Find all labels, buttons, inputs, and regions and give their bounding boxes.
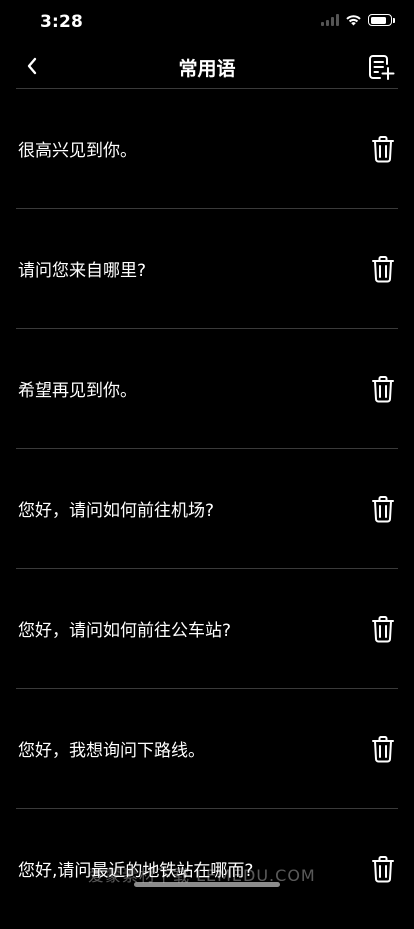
delete-button[interactable] [368,252,398,286]
cellular-signal-icon [321,14,339,26]
delete-button[interactable] [368,372,398,406]
phrase-list: 很高兴见到你。 请问您来自哪里? 希望再见到你。 您好，请问如何前往机场? 您好… [0,89,414,929]
delete-button[interactable] [368,732,398,766]
trash-icon [372,496,394,523]
home-indicator[interactable] [134,882,280,887]
trash-icon [372,616,394,643]
battery-level [370,16,386,24]
trash-icon [372,136,394,163]
phrase-text: 您好，请问如何前往机场? [18,501,215,521]
phrase-item[interactable]: 您好，请问如何前往公车站? [0,569,414,689]
phrase-item[interactable]: 您好，我想询问下路线。 [0,689,414,809]
trash-icon [372,376,394,403]
phrase-text: 很高兴见到你。 [18,141,137,161]
phrase-item[interactable]: 请问您来自哪里? [0,209,414,329]
navigation-bar: 常用语 [0,44,414,88]
phrase-text: 您好，我想询问下路线。 [18,741,205,761]
trash-icon [372,256,394,283]
phrase-item[interactable]: 希望再见到你。 [0,329,414,449]
phrase-text: 希望再见到你。 [18,381,137,401]
delete-button[interactable] [368,852,398,886]
trash-icon [372,856,394,883]
trash-icon [372,736,394,763]
wifi-icon [346,15,361,26]
page-title: 常用语 [178,58,236,80]
phrase-text: 您好，请问如何前往公车站? [18,621,232,641]
add-phrase-button[interactable] [366,52,396,82]
status-time: 3:28 [40,12,84,32]
phrase-text: 请问您来自哪里? [18,261,147,281]
note-add-icon [369,55,395,80]
delete-button[interactable] [368,492,398,526]
phrase-item[interactable]: 您好，请问如何前往机场? [0,449,414,569]
status-bar: 3:28 [0,0,414,44]
phrase-item[interactable]: 很高兴见到你。 [0,89,414,209]
delete-button[interactable] [368,132,398,166]
delete-button[interactable] [368,612,398,646]
status-icons [321,14,395,26]
battery-icon [368,14,395,26]
